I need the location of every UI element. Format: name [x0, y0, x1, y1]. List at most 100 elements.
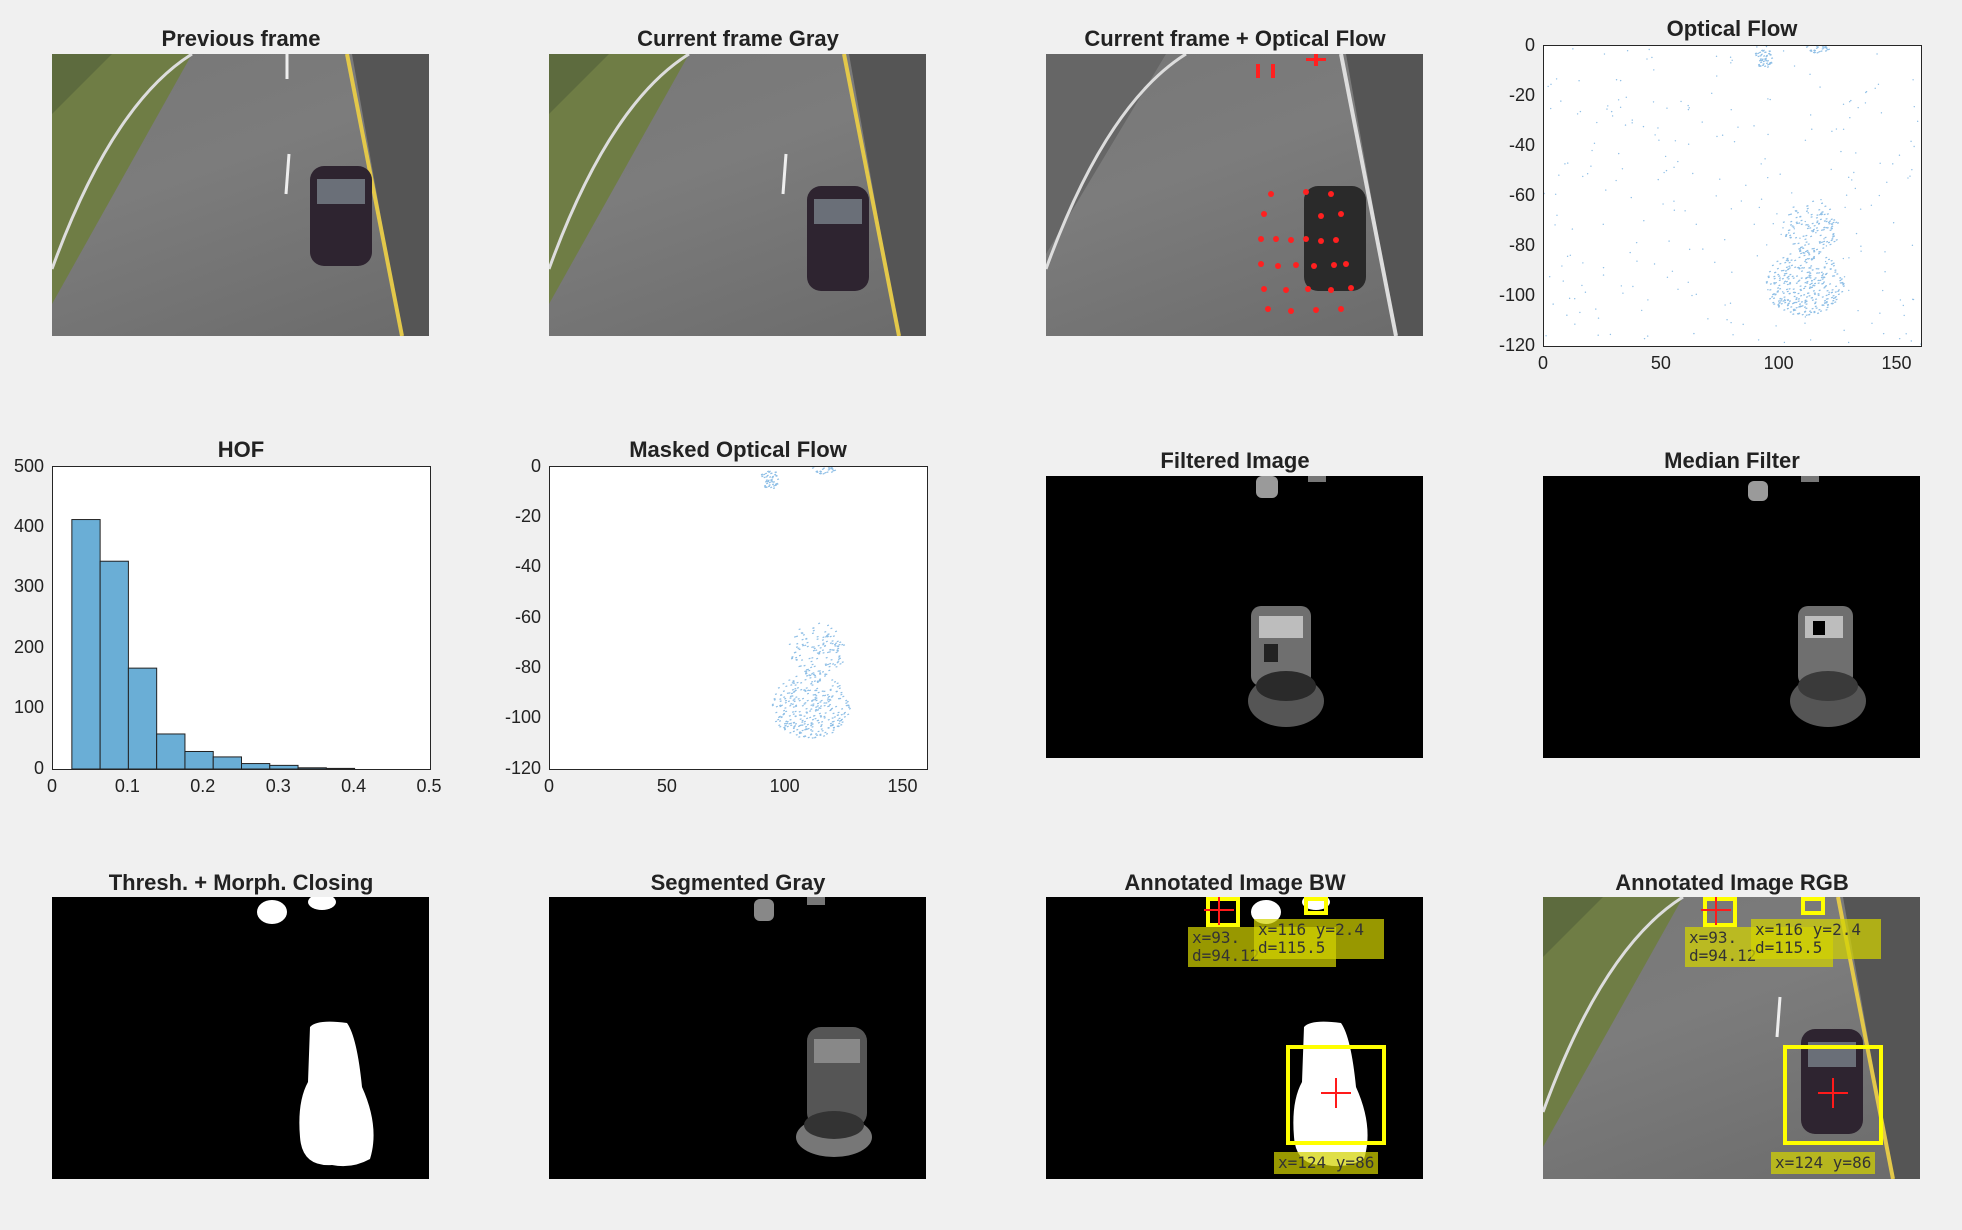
flow-vector	[1805, 261, 1808, 264]
x-tick-label: 100	[1763, 353, 1794, 373]
flow-point	[1621, 168, 1624, 170]
annotation-main-rgb: x=124 y=86	[1771, 1152, 1876, 1174]
flow-vector	[789, 731, 792, 734]
hof-bar	[325, 767, 356, 770]
flow-point	[1753, 223, 1755, 226]
flow-vector	[827, 700, 830, 703]
flow-vector	[831, 679, 834, 681]
flow-vector	[784, 699, 788, 702]
flow-vector	[1773, 277, 1776, 280]
flow-vector	[1821, 47, 1824, 50]
flow-point	[1860, 250, 1862, 252]
flow-vector	[765, 480, 768, 483]
flow-vector	[1820, 229, 1824, 232]
y-tick-label: 500	[14, 455, 45, 476]
flow-vector	[1783, 272, 1786, 275]
flow-vector	[815, 699, 818, 702]
flow-point	[1912, 298, 1914, 301]
flow-point	[1742, 323, 1744, 326]
flow-vector	[1827, 258, 1831, 261]
flow-vector	[818, 670, 821, 672]
flow-vector	[804, 702, 807, 704]
flow-point	[1830, 168, 1832, 171]
flow-vector	[832, 649, 835, 651]
flow-point	[1731, 271, 1733, 273]
flow-vector	[817, 730, 820, 733]
flow-vector	[839, 662, 842, 665]
flow-point	[1779, 173, 1781, 175]
flow-vector	[1765, 59, 1768, 62]
flow-point	[1855, 152, 1857, 154]
flow-vector	[1816, 214, 1819, 216]
flow-vector	[1809, 277, 1812, 279]
flow-vector	[838, 656, 841, 658]
flow-vector	[1785, 234, 1788, 237]
flow-point	[1571, 228, 1574, 230]
flow-vector	[794, 651, 797, 654]
flow-point	[1715, 55, 1718, 58]
flow-vector	[1802, 247, 1805, 250]
flow-vector	[836, 682, 839, 685]
flow-point	[1631, 122, 1633, 124]
flow-vector	[1795, 306, 1798, 309]
filtered-image	[1046, 476, 1423, 758]
flow-vector	[1819, 310, 1823, 312]
flow-point	[1765, 45, 1768, 48]
flow-vector	[811, 700, 814, 702]
flow-vector	[1772, 297, 1776, 300]
flow-point	[1624, 124, 1627, 126]
title-filtered: Filtered Image	[1160, 448, 1310, 473]
flow-vector	[826, 624, 830, 627]
flow-point	[1630, 196, 1632, 199]
flow-vector	[1786, 304, 1789, 307]
flow-vector	[1788, 261, 1791, 264]
flow-vector	[1811, 222, 1814, 225]
flow-point	[1880, 112, 1883, 114]
y-tick-label: 300	[14, 576, 45, 597]
flow-vector	[812, 627, 815, 630]
flow-point	[1597, 317, 1600, 319]
flow-vector	[790, 724, 793, 727]
flow-point	[1920, 343, 1922, 345]
flow-vector	[801, 729, 804, 732]
flow-vector	[1824, 50, 1828, 52]
flow-vector	[786, 692, 789, 695]
flow-vector	[835, 651, 838, 654]
flow-vector	[808, 657, 811, 660]
flow-vector	[1835, 285, 1838, 288]
flow-vector	[830, 471, 834, 473]
flow-vector	[1794, 236, 1798, 239]
annotated-rgb-image: x=93. d=94.12 x=116 y=2.4 d=115.5 x=124 …	[1543, 897, 1920, 1179]
flow-vector	[832, 729, 835, 732]
flow-point	[1760, 198, 1763, 200]
flow-vector	[768, 484, 771, 486]
flow-vector	[1821, 296, 1824, 298]
flow-point	[1730, 62, 1732, 64]
hof-bar	[297, 767, 327, 770]
flow-vector	[1800, 223, 1803, 226]
flow-vector	[782, 682, 785, 685]
flow-point	[1721, 134, 1724, 136]
flow-vector	[1830, 263, 1833, 266]
flow-vector	[1831, 238, 1834, 240]
flow-vector	[1825, 256, 1828, 259]
flow-vector	[800, 681, 803, 684]
flow-point	[1823, 238, 1825, 240]
flow-vector	[1781, 277, 1784, 280]
flow-vector	[1789, 253, 1792, 255]
flow-point	[1898, 337, 1901, 340]
flow-vector	[1824, 205, 1827, 208]
flow-vector	[1798, 279, 1801, 282]
flow-vector	[1782, 292, 1785, 295]
flow-vector	[837, 645, 840, 648]
flow-vector	[1795, 275, 1799, 277]
flow-vector	[1787, 259, 1790, 262]
flow-vector	[810, 724, 813, 727]
flow-vector	[823, 715, 826, 718]
flow-point	[1740, 200, 1743, 202]
flow-vector	[846, 700, 849, 703]
flow-vector	[1815, 298, 1818, 301]
hof-bar	[156, 733, 186, 770]
flow-vector	[1813, 224, 1816, 227]
flow-point	[1882, 332, 1885, 335]
